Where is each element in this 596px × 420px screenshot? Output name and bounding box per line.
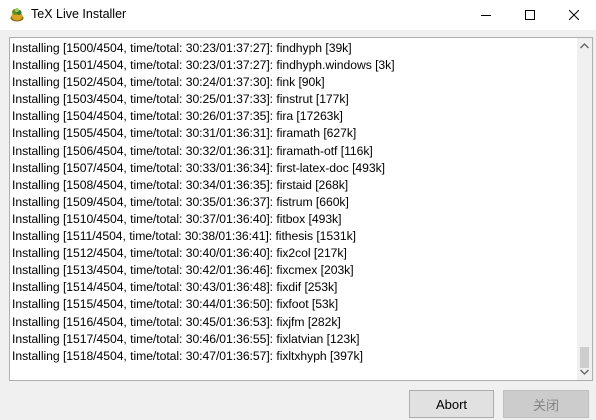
close-button[interactable]: 关闭 xyxy=(503,390,589,418)
log-line: Installing [1500/4504, time/total: 30:23… xyxy=(12,41,352,55)
title-bar: TeX Live Installer xyxy=(0,0,596,30)
install-log-textarea[interactable]: Installing [1500/4504, time/total: 30:23… xyxy=(9,37,593,381)
install-log-lines: Installing [1500/4504, time/total: 30:23… xyxy=(12,40,577,365)
maximize-button[interactable] xyxy=(507,0,553,30)
minimize-button[interactable] xyxy=(463,0,509,30)
abort-button[interactable]: Abort xyxy=(409,390,494,418)
log-line: Installing [1504/4504, time/total: 30:26… xyxy=(12,109,343,124)
chevron-up-icon xyxy=(580,43,589,49)
scroll-down-button[interactable] xyxy=(577,364,592,380)
close-icon xyxy=(569,10,579,20)
log-line: Installing [1511/4504, time/total: 30:38… xyxy=(12,229,356,244)
log-line: Installing [1513/4504, time/total: 30:42… xyxy=(12,263,354,278)
log-line: Installing [1512/4504, time/total: 30:40… xyxy=(12,246,347,261)
tex-live-app-icon xyxy=(10,8,24,22)
log-line: Installing [1517/4504, time/total: 30:46… xyxy=(12,331,360,346)
log-line: Installing [1507/4504, time/total: 30:33… xyxy=(12,160,385,175)
log-line: Installing [1503/4504, time/total: 30:25… xyxy=(12,92,349,107)
log-line: Installing [1514/4504, time/total: 30:43… xyxy=(12,280,338,295)
log-line: Installing [1518/4504, time/total: 30:47… xyxy=(12,348,363,363)
log-line: Installing [1502/4504, time/total: 30:24… xyxy=(12,75,325,90)
close-window-button[interactable] xyxy=(551,0,596,30)
scroll-up-button[interactable] xyxy=(577,38,592,54)
log-line: Installing [1506/4504, time/total: 30:32… xyxy=(12,143,373,158)
log-line: Installing [1505/4504, time/total: 30:31… xyxy=(12,126,357,141)
log-line: Installing [1508/4504, time/total: 30:34… xyxy=(12,177,349,192)
log-line: Installing [1515/4504, time/total: 30:44… xyxy=(12,297,339,312)
log-line: Installing [1510/4504, time/total: 30:37… xyxy=(12,211,342,226)
maximize-icon xyxy=(525,10,535,20)
minimize-icon xyxy=(481,15,491,16)
chevron-down-icon xyxy=(580,369,589,375)
vertical-scrollbar[interactable] xyxy=(577,38,592,380)
window-title: TeX Live Installer xyxy=(31,7,127,21)
log-line: Installing [1509/4504, time/total: 30:35… xyxy=(12,194,349,209)
log-line: Installing [1516/4504, time/total: 30:45… xyxy=(12,314,341,329)
log-line: Installing [1501/4504, time/total: 30:23… xyxy=(12,58,395,73)
